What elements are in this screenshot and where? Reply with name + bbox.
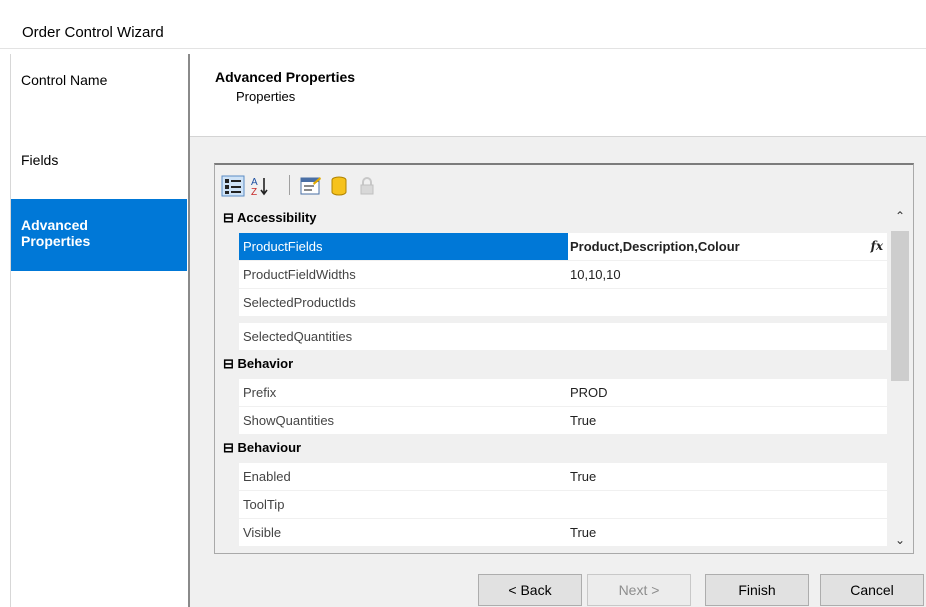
category-row[interactable]: ⊟ Behavior bbox=[215, 351, 887, 379]
property-value[interactable]: True bbox=[568, 407, 887, 435]
nav-item-label-line1: Advanced bbox=[21, 217, 88, 233]
fx-icon[interactable]: fx bbox=[871, 233, 883, 260]
next-button[interactable]: Next > bbox=[587, 574, 691, 606]
property-row[interactable]: Enabled True bbox=[215, 463, 887, 491]
categorized-icon[interactable] bbox=[221, 175, 245, 197]
property-value[interactable]: PROD bbox=[568, 379, 887, 407]
property-row[interactable]: ToolTip bbox=[215, 491, 887, 519]
nav-item-label: Fields bbox=[21, 152, 59, 168]
page-title: Advanced Properties bbox=[215, 69, 356, 85]
vertical-scrollbar[interactable]: ⌃ ⌄ bbox=[889, 205, 911, 551]
nav-item-label-line2: Properties bbox=[21, 233, 91, 249]
property-grid: A Z ⊟ Accessibility ProductFields Produc… bbox=[214, 163, 914, 554]
property-value[interactable] bbox=[568, 323, 887, 351]
toolbar-separator bbox=[289, 175, 290, 195]
category-accessibility: ⊟ Accessibility bbox=[223, 210, 317, 225]
property-value[interactable] bbox=[568, 289, 887, 317]
alphabetical-icon[interactable]: A Z bbox=[249, 175, 273, 198]
page-header: Advanced Properties Properties bbox=[190, 54, 926, 137]
property-value[interactable]: True bbox=[568, 463, 887, 491]
property-row[interactable]: SelectedProductIds bbox=[215, 289, 887, 317]
property-grid-toolbar: A Z bbox=[215, 165, 913, 205]
nav-item-control-name[interactable]: Control Name bbox=[11, 72, 187, 108]
title-bar: Order Control Wizard bbox=[0, 0, 926, 49]
property-name[interactable]: SelectedQuantities bbox=[239, 323, 571, 351]
property-name[interactable]: ShowQuantities bbox=[239, 407, 571, 435]
cancel-button[interactable]: Cancel bbox=[820, 574, 924, 606]
nav-item-advanced-properties[interactable]: Advanced Properties bbox=[11, 199, 187, 271]
property-value[interactable]: 10,10,10 bbox=[568, 261, 887, 289]
property-row[interactable]: Prefix PROD bbox=[215, 379, 887, 407]
category-row[interactable]: ⊟ Behaviour bbox=[215, 435, 887, 463]
property-row[interactable]: Visible True bbox=[215, 519, 887, 547]
property-name[interactable]: Prefix bbox=[239, 379, 571, 407]
svg-text:Z: Z bbox=[251, 187, 257, 197]
property-name[interactable]: Visible bbox=[239, 519, 571, 547]
property-name[interactable]: ProductFieldWidths bbox=[239, 261, 571, 289]
property-value[interactable] bbox=[568, 491, 887, 519]
lock-icon bbox=[355, 175, 379, 197]
wizard-window: Order Control Wizard Control Name Fields… bbox=[0, 0, 926, 607]
property-pages-icon[interactable] bbox=[299, 175, 323, 197]
category-behavior: ⊟ Behavior bbox=[223, 356, 294, 371]
property-row[interactable]: ProductFieldWidths 10,10,10 bbox=[215, 261, 887, 289]
page-subtitle: Properties bbox=[236, 89, 296, 104]
scroll-up-icon[interactable]: ⌃ bbox=[889, 207, 911, 225]
property-name[interactable]: ToolTip bbox=[239, 491, 571, 519]
category-behaviour: ⊟ Behaviour bbox=[223, 440, 302, 455]
window-title: Order Control Wizard bbox=[22, 24, 164, 41]
property-rows: ⊟ Accessibility ProductFields Product,De… bbox=[215, 205, 887, 551]
back-button[interactable]: < Back bbox=[478, 574, 582, 606]
property-row[interactable]: ShowQuantities True bbox=[215, 407, 887, 435]
category-row[interactable]: ⊟ Accessibility bbox=[215, 205, 887, 233]
property-row[interactable]: SelectedQuantities bbox=[215, 323, 887, 351]
property-value[interactable]: Product,Description,Colour fx bbox=[568, 233, 887, 261]
nav-item-fields[interactable]: Fields bbox=[11, 152, 187, 188]
property-name[interactable]: Enabled bbox=[239, 463, 571, 491]
nav-item-label: Control Name bbox=[21, 72, 108, 88]
property-value[interactable]: True bbox=[568, 519, 887, 547]
property-row[interactable]: ProductFields Product,Description,Colour… bbox=[215, 233, 887, 261]
finish-button[interactable]: Finish bbox=[705, 574, 809, 606]
property-name[interactable]: SelectedProductIds bbox=[239, 289, 571, 317]
property-name[interactable]: ProductFields bbox=[239, 233, 571, 261]
wizard-nav: Control Name Fields Advanced Properties bbox=[10, 54, 189, 607]
scroll-down-icon[interactable]: ⌄ bbox=[889, 531, 911, 549]
scroll-thumb[interactable] bbox=[891, 231, 909, 381]
database-icon[interactable] bbox=[327, 175, 351, 197]
